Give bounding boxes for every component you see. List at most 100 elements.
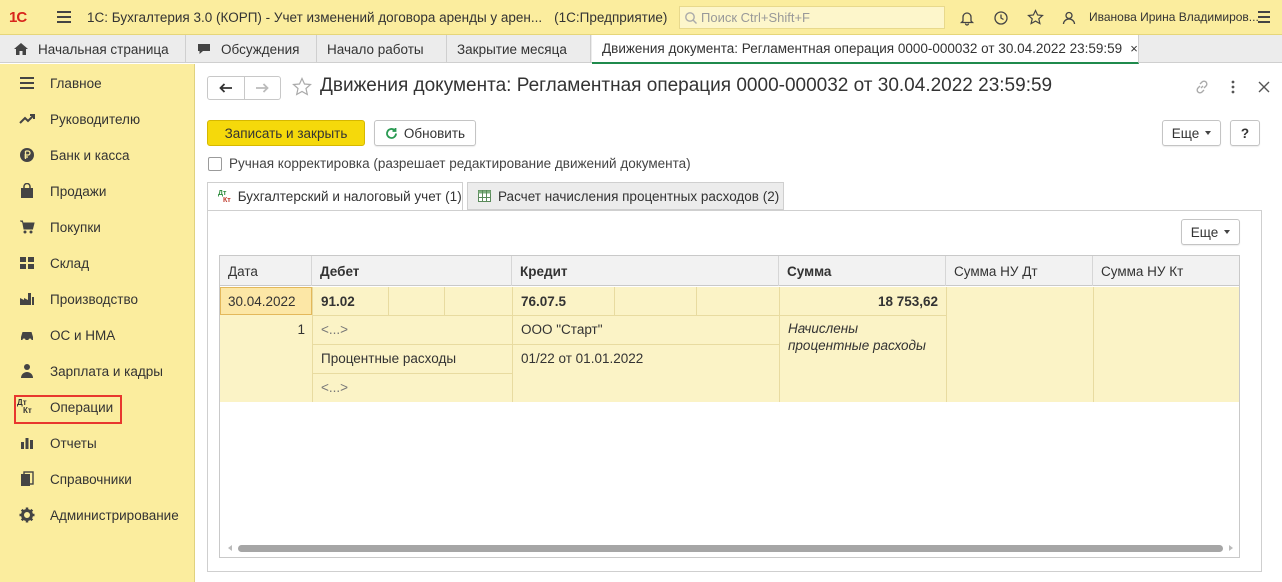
tab-label: Закрытие месяца bbox=[457, 41, 567, 57]
kt-small-label: Кт bbox=[223, 196, 231, 204]
scroll-right-icon[interactable] bbox=[1229, 545, 1233, 551]
operations-highlight-frame bbox=[14, 395, 122, 424]
sidebar-item-label: Банк и касса bbox=[50, 147, 130, 163]
sidebar-item-catalogs[interactable]: Справочники bbox=[0, 461, 195, 497]
bar-chart-icon bbox=[17, 433, 37, 453]
tab-discussions[interactable]: Обсуждения bbox=[186, 35, 317, 63]
header-icons bbox=[1186, 76, 1279, 98]
app-platform: (1С:Предприятие) bbox=[554, 9, 668, 25]
sidebar-item-label: Продажи bbox=[50, 183, 107, 199]
gear-icon bbox=[17, 505, 37, 525]
page-title: Движения документа: Регламентная операци… bbox=[320, 75, 1053, 96]
column-header-credit[interactable]: Кредит bbox=[512, 256, 779, 286]
favorite-star-icon[interactable] bbox=[292, 77, 312, 100]
debit-subconto-1[interactable]: <...> bbox=[321, 315, 348, 344]
refresh-button[interactable]: Обновить bbox=[374, 120, 476, 146]
refresh-icon bbox=[386, 127, 397, 139]
books-icon bbox=[17, 469, 37, 489]
sidebar-item-production[interactable]: Производство bbox=[0, 281, 195, 317]
column-header-debit[interactable]: Дебет bbox=[312, 256, 512, 286]
sidebar-item-fixed-assets[interactable]: ОС и НМА bbox=[0, 317, 195, 353]
app-title: 1С: Бухгалтерия 3.0 (КОРП) - Учет измене… bbox=[87, 9, 543, 25]
user-name[interactable]: Иванова Ирина Владимиров... bbox=[1089, 10, 1259, 24]
description-line-2[interactable]: процентные расходы bbox=[788, 337, 926, 353]
trend-icon bbox=[17, 109, 37, 129]
sidebar-item-main[interactable]: Главное bbox=[0, 65, 195, 101]
search-input[interactable]: Поиск Ctrl+Shift+F bbox=[679, 6, 945, 29]
tab-interest-calc[interactable]: Расчет начисления процентных расходов (2… bbox=[467, 182, 784, 210]
tab-month-closing[interactable]: Закрытие месяца bbox=[447, 35, 591, 63]
bell-icon[interactable] bbox=[950, 0, 984, 35]
user-icon[interactable] bbox=[1052, 0, 1086, 35]
more-menu-icon[interactable] bbox=[1255, 8, 1273, 26]
sidebar-item-admin[interactable]: Администрирование bbox=[0, 497, 195, 533]
credit-subconto-2[interactable]: 01/22 от 01.01.2022 bbox=[521, 344, 643, 373]
more-button[interactable]: Еще bbox=[1162, 120, 1221, 146]
tab-label: Движения документа: Регламентная операци… bbox=[602, 41, 1123, 56]
sidebar-item-reports[interactable]: Отчеты bbox=[0, 425, 195, 461]
home-icon bbox=[14, 43, 28, 55]
credit-subconto-1[interactable]: ООО "Старт" bbox=[521, 315, 603, 344]
debit-subconto-3[interactable]: <...> bbox=[321, 373, 348, 402]
column-header-date[interactable]: Дата bbox=[220, 256, 312, 286]
factory-icon bbox=[17, 289, 37, 309]
sidebar-item-label: Администрирование bbox=[50, 507, 179, 523]
sidebar-item-label: ОС и НМА bbox=[50, 327, 116, 343]
credit-account[interactable]: 76.07.5 bbox=[521, 287, 566, 315]
tab-document-movements[interactable]: Движения документа: Регламентная операци… bbox=[592, 35, 1139, 64]
manual-correction-checkbox[interactable] bbox=[208, 156, 222, 171]
sidebar-item-label: Покупки bbox=[50, 219, 101, 235]
date-cell[interactable]: 30.04.2022 bbox=[220, 287, 312, 315]
debit-account[interactable]: 91.02 bbox=[321, 287, 355, 315]
link-icon[interactable] bbox=[1186, 76, 1217, 98]
sidebar-item-payroll[interactable]: Зарплата и кадры bbox=[0, 353, 195, 389]
sidebar-item-sales[interactable]: Продажи bbox=[0, 173, 195, 209]
favorites-star-icon[interactable] bbox=[1018, 0, 1052, 35]
sidebar-item-purchases[interactable]: Покупки bbox=[0, 209, 195, 245]
dt-kt-small-icon: Дт Кт bbox=[218, 190, 231, 204]
horizontal-scrollbar[interactable] bbox=[228, 543, 1233, 553]
sidebar-item-label: Склад bbox=[50, 255, 90, 271]
app-logo[interactable]: 1С bbox=[9, 9, 45, 26]
description-line-1[interactable]: Начислены bbox=[788, 320, 858, 336]
scroll-left-icon[interactable] bbox=[228, 545, 232, 551]
more-label: Еще bbox=[1190, 224, 1219, 240]
menu-lines-icon bbox=[17, 73, 37, 93]
main-menu-icon[interactable] bbox=[53, 5, 77, 29]
debit-subconto-2[interactable]: Процентные расходы bbox=[321, 344, 456, 373]
close-icon[interactable]: × bbox=[1130, 41, 1138, 56]
history-icon[interactable] bbox=[984, 0, 1018, 35]
tab-label: Расчет начисления процентных расходов (2… bbox=[498, 188, 780, 204]
sidebar-item-warehouse[interactable]: Склад bbox=[0, 245, 195, 281]
tab-panel: Еще Дата Дебет Кредит Сумма Сумма НУ Дт … bbox=[207, 210, 1262, 572]
forward-arrow-icon[interactable] bbox=[245, 77, 281, 99]
column-header-tax-debit[interactable]: Сумма НУ Дт bbox=[946, 256, 1093, 286]
tab-label: Бухгалтерский и налоговый учет (1) bbox=[237, 189, 462, 204]
manual-correction-label[interactable]: Ручная корректировка (разрешает редактир… bbox=[229, 156, 691, 171]
car-icon bbox=[17, 325, 37, 345]
tab-accounting[interactable]: Дт Кт Бухгалтерский и налоговый учет (1) bbox=[207, 182, 463, 211]
help-button[interactable]: ? bbox=[1230, 120, 1260, 146]
search-placeholder: Поиск Ctrl+Shift+F bbox=[701, 10, 810, 25]
sidebar-item-label: Производство bbox=[50, 291, 139, 307]
column-header-amount[interactable]: Сумма bbox=[779, 256, 946, 286]
tab-getting-started[interactable]: Начало работы bbox=[317, 35, 447, 63]
scrollbar-thumb[interactable] bbox=[238, 544, 1223, 552]
table-row[interactable]: 30.04.2022 1 91.02 <...> Процентные расх… bbox=[220, 287, 1239, 402]
sidebar-item-bank[interactable]: Банк и касса bbox=[0, 137, 195, 173]
amount-cell[interactable]: 18 753,62 bbox=[779, 287, 938, 315]
kebab-menu-icon[interactable] bbox=[1217, 76, 1248, 98]
search-icon bbox=[685, 11, 697, 24]
back-arrow-icon[interactable] bbox=[208, 77, 245, 99]
tab-label: Начало работы bbox=[327, 41, 424, 57]
save-and-close-button[interactable]: Записать и закрыть bbox=[207, 120, 365, 146]
tab-home[interactable]: Начальная страница bbox=[0, 35, 186, 63]
nav-buttons bbox=[207, 76, 281, 100]
movements-table[interactable]: Дата Дебет Кредит Сумма Сумма НУ Дт Сумм… bbox=[219, 255, 1240, 558]
sidebar-item-manager[interactable]: Руководителю bbox=[0, 101, 195, 137]
close-form-icon[interactable] bbox=[1248, 76, 1279, 98]
sidebar: Главное Руководителю Банк и касса Продаж… bbox=[0, 64, 195, 582]
column-header-tax-credit[interactable]: Сумма НУ Кт bbox=[1093, 256, 1239, 286]
tab-label: Начальная страница bbox=[38, 41, 169, 57]
panel-more-button[interactable]: Еще bbox=[1181, 219, 1240, 245]
